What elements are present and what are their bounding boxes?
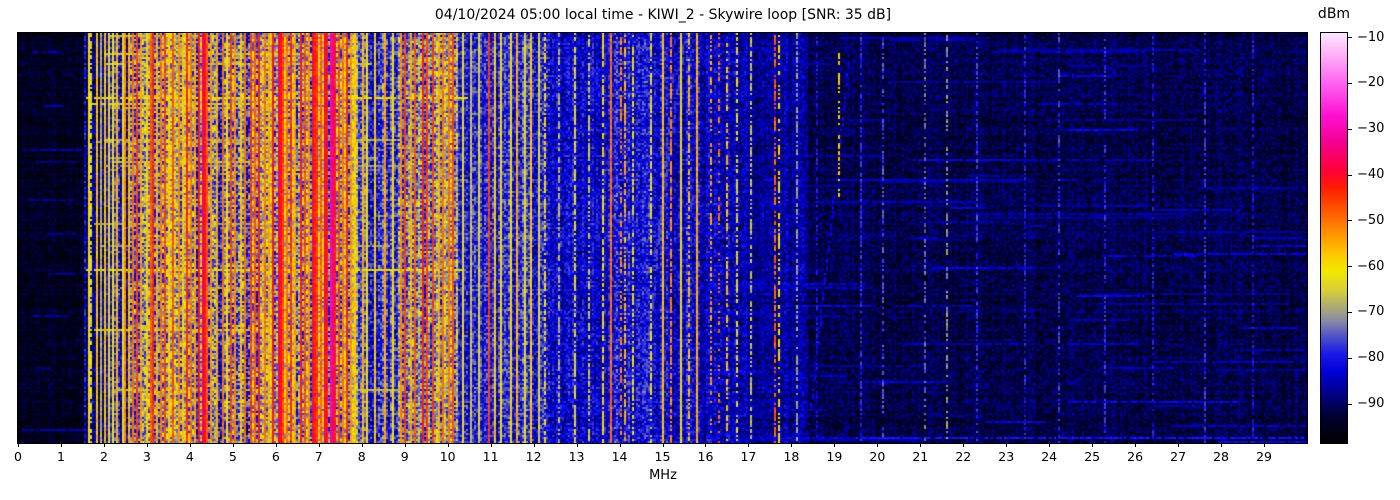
colorbar-tick-label: −80: [1357, 350, 1385, 366]
x-tick-mark: [318, 443, 320, 447]
x-tick-label: 27: [1170, 449, 1187, 464]
x-tick-mark: [619, 443, 621, 447]
x-tick-mark: [447, 443, 449, 447]
plot-area: [17, 32, 1308, 444]
colorbar-tick-mark: [1348, 403, 1352, 405]
x-tick-mark: [1092, 443, 1094, 447]
x-tick-mark: [361, 443, 363, 447]
x-tick-label: 19: [826, 449, 843, 464]
x-tick-mark: [963, 443, 965, 447]
x-tick-label: 11: [482, 449, 499, 464]
x-tick-label: 4: [185, 449, 194, 464]
x-tick-label: 26: [1127, 449, 1144, 464]
x-tick-label: 15: [654, 449, 671, 464]
x-tick-mark: [490, 443, 492, 447]
x-tick-label: 0: [14, 449, 22, 464]
x-tick-label: 2: [99, 449, 108, 464]
x-tick-mark: [60, 443, 62, 447]
x-tick-mark: [533, 443, 535, 447]
x-tick-mark: [877, 443, 879, 447]
x-tick-label: 23: [998, 449, 1015, 464]
x-tick-label: 5: [228, 449, 237, 464]
x-tick-mark: [189, 443, 191, 447]
x-tick-mark: [103, 443, 105, 447]
x-tick-label: 1: [56, 449, 65, 464]
colorbar-tick-mark: [1348, 266, 1352, 268]
x-tick-mark: [834, 443, 836, 447]
x-tick-label: 22: [955, 449, 972, 464]
colorbar-tick-label: −30: [1357, 121, 1385, 137]
colorbar: [1320, 32, 1348, 444]
x-tick-mark: [662, 443, 664, 447]
x-tick-label: 16: [697, 449, 714, 464]
x-tick-label: 24: [1041, 449, 1058, 464]
x-tick-mark: [18, 443, 19, 447]
x-tick-label: 6: [271, 449, 280, 464]
spectrogram-heatmap: [18, 33, 1307, 443]
colorbar-tick-mark: [1348, 220, 1352, 222]
x-tick-mark: [146, 443, 148, 447]
x-tick-label: 14: [611, 449, 628, 464]
x-tick-mark: [232, 443, 234, 447]
x-tick-mark: [920, 443, 922, 447]
colorbar-tick-mark: [1348, 311, 1352, 313]
colorbar-tick-label: −10: [1357, 29, 1385, 45]
x-tick-label: 10: [439, 449, 456, 464]
x-tick-mark: [1178, 443, 1180, 447]
colorbar-tick-mark: [1348, 82, 1352, 84]
x-tick-mark: [275, 443, 277, 447]
colorbar-tick-mark: [1348, 37, 1352, 39]
colorbar-tick-label: −40: [1357, 167, 1385, 182]
colorbar-tick-label: −90: [1357, 396, 1385, 412]
chart-title: 04/10/2024 05:00 local time - KIWI_2 - S…: [434, 7, 892, 23]
x-tick-mark: [1135, 443, 1137, 447]
x-tick-mark: [404, 443, 406, 447]
x-tick-mark: [705, 443, 707, 447]
x-tick-mark: [1006, 443, 1008, 447]
x-tick-mark: [1264, 443, 1266, 447]
x-tick-label: 25: [1084, 449, 1101, 464]
x-tick-mark: [576, 443, 578, 447]
x-tick-label: 9: [400, 449, 409, 464]
colorbar-tick-mark: [1348, 128, 1352, 130]
x-tick-label: 7: [314, 449, 323, 464]
x-tick-label: 17: [740, 449, 757, 464]
x-tick-mark: [1049, 443, 1051, 447]
colorbar-tick-label: −20: [1357, 75, 1385, 91]
x-tick-label: 28: [1213, 449, 1230, 464]
colorbar-tick-mark: [1348, 357, 1352, 359]
x-tick-mark: [1221, 443, 1223, 447]
spectrogram-figure: 04/10/2024 05:00 local time - KIWI_2 - S…: [0, 0, 1400, 500]
x-axis-label: MHz: [649, 468, 677, 483]
colorbar-tick-label: −60: [1357, 258, 1385, 274]
colorbar-tick-mark: [1348, 174, 1352, 176]
x-tick-label: 3: [142, 449, 151, 464]
x-tick-label: 8: [357, 449, 366, 464]
x-tick-label: 20: [869, 449, 886, 464]
colorbar-tick-label: −70: [1357, 304, 1385, 320]
x-tick-label: 13: [568, 449, 585, 464]
colorbar-label: dBm: [1317, 6, 1351, 22]
x-tick-label: 18: [783, 449, 800, 464]
x-tick-label: 12: [525, 449, 542, 464]
x-tick-label: 21: [912, 449, 929, 464]
colorbar-tick-label: −50: [1357, 212, 1385, 228]
x-tick-mark: [748, 443, 750, 447]
x-tick-mark: [791, 443, 793, 447]
x-tick-label: 29: [1256, 449, 1272, 464]
